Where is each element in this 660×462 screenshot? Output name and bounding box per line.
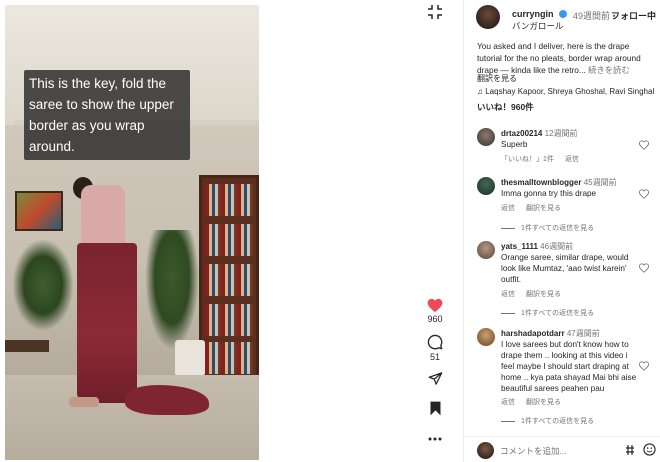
heart-icon — [427, 298, 443, 312]
video-caption: This is the key, fold the saree to show … — [24, 70, 190, 160]
view-replies-text: 1件すべての返信を見る — [521, 225, 595, 232]
comment-heart-icon[interactable] — [639, 263, 649, 273]
view-replies-text: 1件すべての返信を見る — [521, 310, 595, 317]
commenter-avatar[interactable] — [477, 328, 495, 346]
like-count: 960 — [427, 314, 443, 324]
side-table — [5, 340, 49, 352]
translate-comment-link[interactable]: 翻訳を見る — [526, 205, 561, 212]
comment-icon — [427, 334, 443, 350]
saree — [77, 243, 137, 403]
comment-text: Orange saree, similar drape, would look … — [501, 253, 629, 284]
save-button[interactable] — [423, 396, 447, 420]
share-icon — [428, 371, 442, 385]
location-label[interactable]: バンガロール — [512, 20, 563, 32]
commenter-avatar[interactable] — [477, 128, 495, 146]
author-avatar[interactable] — [476, 5, 500, 29]
author-username[interactable]: curryngin — [512, 9, 554, 19]
translate-comment-link[interactable]: 翻訳を見る — [526, 291, 561, 298]
comment-composer — [463, 436, 660, 462]
current-user-avatar — [477, 442, 494, 459]
reel-video[interactable]: This is the key, fold the saree to show … — [5, 5, 259, 460]
verified-badge-icon — [559, 10, 567, 18]
shelf-row — [205, 342, 253, 374]
comment-time: 46週間前 — [540, 242, 574, 251]
comment-meta: 返信 翻訳を見る — [501, 203, 570, 213]
comment-time: 45週間前 — [583, 178, 617, 187]
share-button[interactable] — [423, 366, 447, 390]
reply-button[interactable]: 返信 — [501, 291, 515, 298]
following-button[interactable]: フォロー中 — [611, 9, 656, 22]
comment-heart-icon[interactable] — [639, 361, 649, 371]
shelf-row — [205, 304, 253, 336]
comment-text: I love sarees but don't know how to drap… — [501, 340, 637, 393]
comment-time: 47週間前 — [566, 329, 600, 338]
commenter-username[interactable]: yats_1111 — [501, 242, 538, 251]
view-replies-link[interactable]: 1件すべての返信を見る — [501, 416, 594, 426]
comment-meta: 返信 翻訳を見る — [501, 289, 570, 299]
emoji-icon[interactable] — [643, 443, 656, 456]
commenter-username[interactable]: thesmalltownblogger — [501, 178, 581, 187]
person-body — [81, 185, 125, 247]
shelf-row — [205, 264, 253, 296]
view-replies-link[interactable]: 1件すべての返信を見る — [501, 223, 594, 233]
plant-right — [145, 230, 199, 350]
post-time: 49週間前 • — [573, 9, 616, 22]
bookmark-icon — [430, 401, 440, 415]
commenter-avatar[interactable] — [477, 241, 495, 259]
read-more-link[interactable]: 続きを読む — [588, 65, 630, 75]
comment-heart-icon[interactable] — [639, 189, 649, 199]
comment-header: drtaz00214 12週間前 — [501, 128, 578, 139]
reel-viewer: This is the key, fold the saree to show … — [0, 0, 660, 462]
translate-link[interactable]: 翻訳を見る — [477, 73, 517, 84]
music-note-icon: ♫ — [477, 87, 483, 96]
comment-header: yats_1111 46週間前 — [501, 241, 573, 252]
post-header: curryngin 49週間前 • フォロー中 バンガロール — [476, 5, 656, 33]
reply-button[interactable]: 返信 — [565, 156, 579, 163]
view-replies-link[interactable]: 1件すべての返信を見る — [501, 308, 594, 318]
comment-like-count[interactable]: 「いいね！」1件 — [501, 156, 554, 163]
music-text: Laqshay Kapoor, Shreya Ghoshal, Ravi Sin… — [485, 87, 655, 96]
replies-divider — [501, 312, 515, 314]
comment-meta: 「いいね！」1件 返信 — [501, 154, 588, 164]
music-info[interactable]: ♫ Laqshay Kapoor, Shreya Ghoshal, Ravi S… — [477, 87, 655, 96]
gif-icon[interactable] — [625, 444, 635, 456]
comment-text: Superb — [501, 140, 528, 149]
reply-button[interactable]: 返信 — [501, 205, 515, 212]
commenter-username[interactable]: drtaz00214 — [501, 129, 542, 138]
bookshelf — [199, 175, 259, 380]
shelf-row — [205, 224, 253, 256]
comment-text: Imma gonna try this drape — [501, 189, 597, 198]
wall-painting — [15, 191, 63, 231]
likes-count[interactable]: いいね！960件 — [477, 101, 534, 113]
comment-header: thesmalltownblogger 45週間前 — [501, 177, 617, 188]
plant-left — [13, 240, 73, 330]
comment-header: harshadapotdarr 47週間前 — [501, 328, 600, 339]
comment-button[interactable] — [423, 330, 447, 354]
post-description: You asked and I deliver, here is the dra… — [477, 40, 652, 76]
comment-heart-icon[interactable] — [639, 140, 649, 150]
replies-divider — [501, 420, 515, 422]
comment-meta: 返信 翻訳を見る — [501, 397, 570, 407]
more-options-button[interactable] — [423, 427, 447, 451]
more-icon — [428, 437, 442, 441]
comment-count: 51 — [429, 352, 440, 362]
comment-time: 12週間前 — [544, 129, 578, 138]
commenter-avatar[interactable] — [477, 177, 495, 195]
translate-comment-link[interactable]: 翻訳を見る — [526, 399, 561, 406]
shelf-row — [205, 184, 253, 216]
reply-button[interactable]: 返信 — [501, 399, 515, 406]
replies-divider — [501, 227, 515, 229]
person-feet — [69, 397, 99, 407]
post-time-text: 49週間前 — [573, 11, 611, 21]
comment-input[interactable] — [500, 444, 616, 457]
plant-pot — [175, 340, 205, 376]
view-replies-text: 1件すべての返信を見る — [521, 418, 595, 425]
commenter-username[interactable]: harshadapotdarr — [501, 329, 565, 338]
action-bar: 960 51 — [420, 0, 450, 462]
